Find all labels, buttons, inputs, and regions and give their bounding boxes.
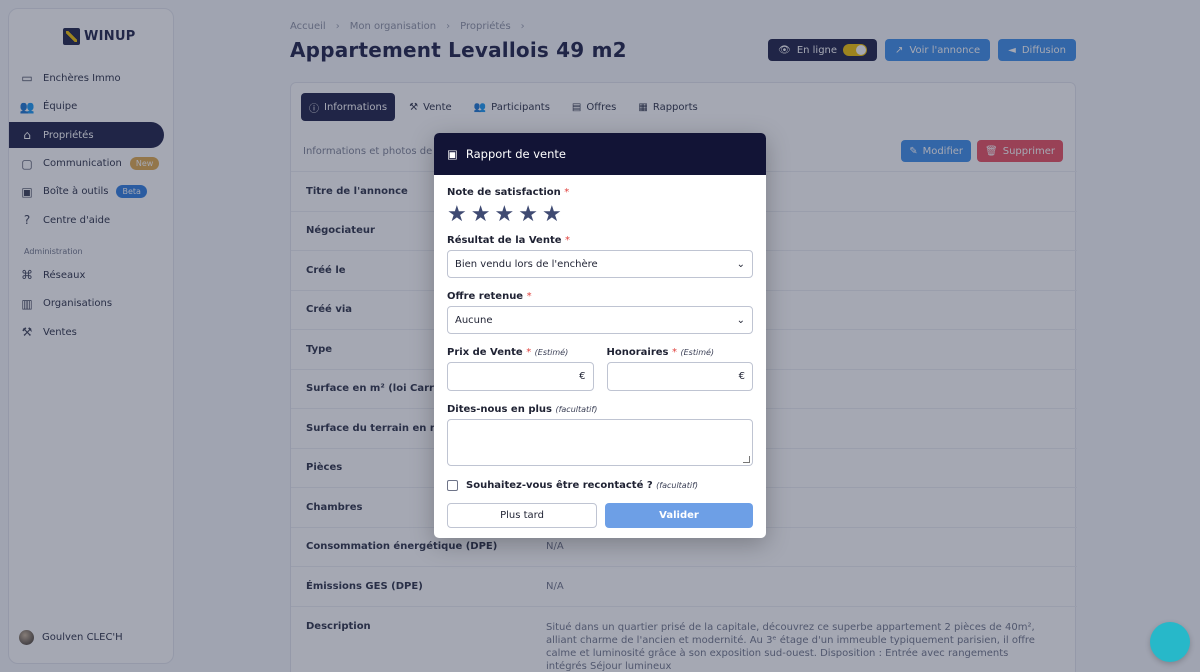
estimated-hint: (Estimé) <box>534 348 569 357</box>
currency-symbol: € <box>738 371 745 382</box>
optional-hint: (facultatif) <box>555 405 598 414</box>
star-icon[interactable]: ★ <box>471 204 491 226</box>
price-column: Prix de Vente * (Estimé) € <box>447 347 594 391</box>
submit-button[interactable]: Valider <box>605 503 753 528</box>
modal-header: ▣ Rapport de vente <box>434 133 766 175</box>
modal-body: Note de satisfaction * ★ ★ ★ ★ ★ Résulta… <box>434 175 766 528</box>
satisfaction-label: Note de satisfaction <box>447 187 561 198</box>
retained-offer-value: Aucune <box>455 314 493 326</box>
offer-label: Offre retenue <box>447 291 524 302</box>
estimated-hint: (Estimé) <box>680 348 715 357</box>
required-mark: * <box>565 235 570 246</box>
optional-hint: (facultatif) <box>656 481 699 490</box>
price-label: Prix de Vente <box>447 347 523 358</box>
star-icon[interactable]: ★ <box>447 204 467 226</box>
comments-textarea[interactable] <box>447 419 753 466</box>
result-label: Résultat de la Vente <box>447 235 562 246</box>
price-fees-row: Prix de Vente * (Estimé) € Honoraires * … <box>447 347 753 391</box>
chevron-down-icon: ⌄ <box>736 258 745 270</box>
satisfaction-field-label: Note de satisfaction * <box>447 187 753 198</box>
chevron-down-icon: ⌄ <box>736 314 745 326</box>
retained-offer-select[interactable]: Aucune ⌄ <box>447 306 753 334</box>
sale-result-value: Bien vendu lors de l'enchère <box>455 258 598 270</box>
fees-label: Honoraires <box>606 347 669 358</box>
modal-actions: Plus tard Valider <box>447 503 753 528</box>
star-icon[interactable]: ★ <box>494 204 514 226</box>
sale-result-select[interactable]: Bien vendu lors de l'enchère ⌄ <box>447 250 753 278</box>
required-mark: * <box>526 291 532 302</box>
fees-input[interactable]: € <box>606 362 753 391</box>
sale-report-modal: ▣ Rapport de vente Note de satisfaction … <box>434 133 766 538</box>
modal-title: Rapport de vente <box>465 147 566 161</box>
required-mark: * <box>672 347 677 358</box>
extra-field-label: Dites-nous en plus (facultatif) <box>447 404 753 415</box>
fees-column: Honoraires * (Estimé) € <box>606 347 754 391</box>
sale-price-input[interactable]: € <box>447 362 594 391</box>
price-field-label: Prix de Vente * (Estimé) <box>447 347 594 358</box>
fees-field-label: Honoraires * (Estimé) <box>607 347 754 358</box>
satisfaction-rating: ★ ★ ★ ★ ★ <box>447 204 753 226</box>
required-mark: * <box>526 347 532 358</box>
later-button[interactable]: Plus tard <box>447 503 597 528</box>
result-field-label: Résultat de la Vente * <box>447 235 753 246</box>
star-icon[interactable]: ★ <box>518 204 538 226</box>
offer-field-label: Offre retenue * <box>447 291 753 302</box>
currency-symbol: € <box>579 371 586 382</box>
required-mark: * <box>564 187 570 198</box>
contact-checkbox-row: Souhaitez-vous être recontacté ? (facult… <box>447 480 753 491</box>
extra-label: Dites-nous en plus <box>447 404 552 415</box>
contact-label: Souhaitez-vous être recontacté ? <box>466 480 653 491</box>
contact-checkbox[interactable] <box>447 480 458 491</box>
chat-widget-button[interactable] <box>1150 622 1190 662</box>
star-icon[interactable]: ★ <box>542 204 562 226</box>
clipboard-check-icon: ▣ <box>447 147 458 161</box>
contact-label-wrap: Souhaitez-vous être recontacté ? (facult… <box>466 480 698 491</box>
